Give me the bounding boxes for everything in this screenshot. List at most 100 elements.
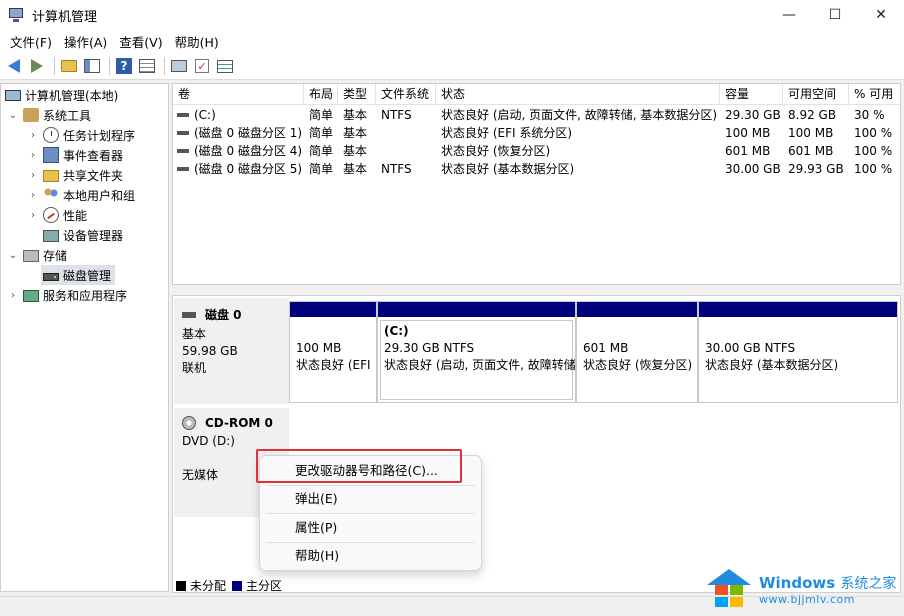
list-icon bbox=[217, 59, 233, 73]
table-row[interactable]: (磁盘 0 磁盘分区 1) 简单 基本 状态良好 (EFI 系统分区) 100 … bbox=[173, 124, 900, 142]
menu-help[interactable]: 帮助(H) bbox=[169, 32, 225, 51]
tree-item-root[interactable]: 计算机管理(本地) bbox=[5, 85, 118, 105]
checkmark-icon: ✓ bbox=[195, 59, 209, 73]
cell-free-space: 601 MB bbox=[788, 144, 834, 158]
table-row[interactable]: (磁盘 0 磁盘分区 4) 简单 基本 状态良好 (恢复分区) 601 MB 6… bbox=[173, 142, 900, 160]
column-header-percent-free[interactable]: % 可用 bbox=[849, 84, 900, 105]
volume-icon bbox=[177, 113, 189, 117]
menu-view[interactable]: 查看(V) bbox=[113, 32, 168, 51]
cell-filesystem bbox=[376, 124, 436, 142]
column-header-status[interactable]: 状态 bbox=[436, 84, 720, 105]
tree-item-label: 本地用户和组 bbox=[63, 188, 136, 203]
tree-item-system-tools[interactable]: ⌄ 系统工具 bbox=[7, 105, 91, 125]
connect-button[interactable] bbox=[169, 56, 189, 76]
table-row[interactable]: (C:) 简单 基本 NTFS 状态良好 (启动, 页面文件, 故障转储, 基本… bbox=[173, 106, 900, 124]
partition-efi[interactable]: 100 MB 状态良好 (EFI bbox=[289, 301, 377, 403]
tree-item-device-manager[interactable]: 设备管理器 bbox=[43, 225, 123, 245]
tree-item-shared-folders[interactable]: › 共享文件夹 bbox=[27, 165, 123, 185]
partition-recovery[interactable]: 601 MB 状态良好 (恢复分区) bbox=[576, 301, 698, 403]
help-button[interactable]: ? bbox=[114, 56, 134, 76]
disk-icon bbox=[182, 311, 196, 318]
cell-volume: (磁盘 0 磁盘分区 4) bbox=[194, 144, 303, 158]
column-header-free-space[interactable]: 可用空间 bbox=[783, 84, 849, 105]
tree-item-disk-management[interactable]: 磁盘管理 bbox=[41, 265, 116, 285]
tree-item-storage[interactable]: ⌄ 存储 bbox=[7, 245, 67, 265]
tree-item-services-apps[interactable]: › 服务和应用程序 bbox=[7, 285, 127, 305]
minimize-button[interactable]: — bbox=[766, 0, 812, 30]
partition-data[interactable]: 30.00 GB NTFS 状态良好 (基本数据分区) bbox=[698, 301, 898, 403]
column-header-volume[interactable]: 卷 bbox=[173, 84, 304, 105]
chevron-right-icon[interactable]: › bbox=[27, 150, 39, 161]
tree-item-local-users[interactable]: › 本地用户和组 bbox=[27, 185, 135, 205]
menu-action[interactable]: 操作(A) bbox=[58, 32, 113, 51]
chevron-right-icon[interactable]: › bbox=[27, 190, 39, 201]
partition-status: 状态良好 (基本数据分区) bbox=[705, 358, 839, 372]
menu-item-eject[interactable]: 弹出(E) bbox=[264, 487, 477, 511]
tree-item-label: 计算机管理(本地) bbox=[25, 88, 119, 103]
legend-label: 主分区 bbox=[246, 579, 283, 593]
partition-size: 29.30 GB NTFS bbox=[384, 341, 475, 355]
partition-status: 状态良好 (启动, 页面文件, 故障转储 bbox=[384, 358, 575, 372]
tree-item-event-viewer[interactable]: › 事件查看器 bbox=[27, 145, 123, 165]
partition-size: 100 MB bbox=[296, 341, 342, 355]
menu-item-properties[interactable]: 属性(P) bbox=[264, 516, 477, 540]
back-button[interactable] bbox=[4, 56, 24, 76]
chevron-right-icon[interactable]: › bbox=[27, 170, 39, 181]
maximize-button[interactable]: ☐ bbox=[812, 0, 858, 30]
menu-item-help[interactable]: 帮助(H) bbox=[264, 544, 477, 568]
menu-item-change-drive-letter[interactable]: 更改驱动器号和路径(C)... bbox=[264, 459, 477, 483]
partition-c[interactable]: (C:) 29.30 GB NTFS 状态良好 (启动, 页面文件, 故障转储 bbox=[377, 301, 576, 403]
house-logo-icon bbox=[703, 567, 755, 611]
toolbar: ? ✓ bbox=[0, 53, 904, 80]
tree-item-label: 任务计划程序 bbox=[63, 128, 136, 143]
chevron-right-icon[interactable]: › bbox=[7, 290, 19, 301]
back-arrow-icon bbox=[8, 59, 20, 73]
properties-button[interactable] bbox=[137, 56, 157, 76]
chevron-down-icon[interactable]: ⌄ bbox=[7, 250, 19, 261]
cell-type: 基本 bbox=[343, 108, 368, 122]
tree-item-performance[interactable]: › 性能 bbox=[27, 205, 87, 225]
column-header-type[interactable]: 类型 bbox=[338, 84, 376, 105]
legend-swatch-primary bbox=[232, 580, 243, 591]
column-header-capacity[interactable]: 容量 bbox=[720, 84, 783, 105]
watermark-brand: Windows bbox=[759, 573, 836, 592]
chevron-down-icon[interactable]: ⌄ bbox=[7, 110, 19, 121]
cell-status: 状态良好 (基本数据分区) bbox=[441, 162, 575, 176]
toolbar-separator bbox=[54, 57, 55, 75]
tree-item-task-scheduler[interactable]: › 任务计划程序 bbox=[27, 125, 135, 145]
properties-icon bbox=[139, 59, 155, 73]
tree-item-label: 共享文件夹 bbox=[63, 168, 124, 183]
cell-layout: 简单 bbox=[309, 162, 334, 176]
tree-item-label: 设备管理器 bbox=[63, 228, 124, 243]
column-header-filesystem[interactable]: 文件系统 bbox=[376, 84, 436, 105]
cell-layout: 简单 bbox=[309, 108, 334, 122]
watermark-suffix: 系统之家 bbox=[840, 575, 897, 592]
column-header-layout[interactable]: 布局 bbox=[304, 84, 338, 105]
disk-0-label[interactable]: 磁盘 0 基本 59.98 GB 联机 bbox=[174, 298, 289, 404]
tree-item-label: 磁盘管理 bbox=[63, 268, 112, 283]
partition-size: 30.00 GB NTFS bbox=[705, 341, 796, 355]
cell-status: 状态良好 (启动, 页面文件, 故障转储, 基本数据分区) bbox=[441, 108, 718, 122]
show-hide-tree-button[interactable] bbox=[82, 56, 102, 76]
table-row[interactable]: (磁盘 0 磁盘分区 5) 简单 基本 NTFS 状态良好 (基本数据分区) 3… bbox=[173, 160, 900, 178]
cell-volume: (磁盘 0 磁盘分区 1) bbox=[194, 126, 303, 140]
cell-free-space: 8.92 GB bbox=[788, 108, 837, 122]
cell-capacity: 30.00 GB bbox=[725, 162, 781, 176]
disk-status: 联机 bbox=[182, 361, 207, 375]
cell-type: 基本 bbox=[343, 126, 368, 140]
cell-free-space: 29.93 GB bbox=[788, 162, 844, 176]
console-tree: 计算机管理(本地) ⌄ 系统工具 › 任务计划程序 › 事件查看器 › 共享文件… bbox=[0, 83, 169, 592]
check-button[interactable]: ✓ bbox=[192, 56, 212, 76]
forward-button[interactable] bbox=[27, 56, 47, 76]
chevron-right-icon[interactable]: › bbox=[27, 130, 39, 141]
shared-folder-icon bbox=[43, 170, 59, 182]
list-view-button[interactable] bbox=[215, 56, 235, 76]
menu-file[interactable]: 文件(F) bbox=[4, 32, 58, 51]
close-button[interactable]: ✕ bbox=[858, 0, 904, 30]
volume-icon bbox=[177, 149, 189, 153]
chevron-right-icon[interactable]: › bbox=[27, 210, 39, 221]
gauge-icon bbox=[43, 207, 59, 223]
disk-type: 基本 bbox=[182, 327, 207, 341]
up-folder-button[interactable] bbox=[59, 56, 79, 76]
toolbar-separator bbox=[164, 57, 165, 75]
